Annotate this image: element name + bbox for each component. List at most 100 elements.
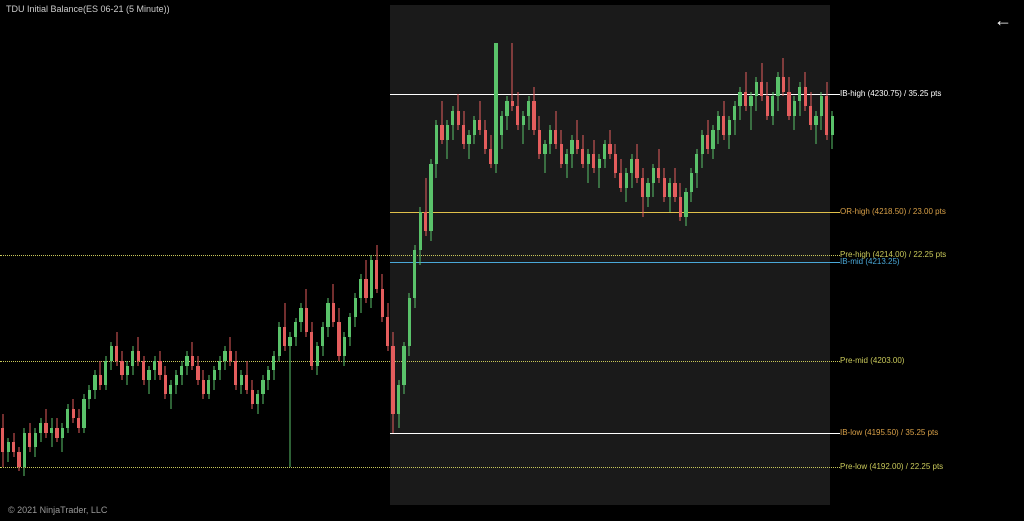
candle [66,404,69,433]
candle [641,168,644,216]
candle [457,94,460,130]
ib-low-label: IB-low (4195.50) / 35.25 pts [840,428,938,437]
candle [316,342,319,376]
candle [695,149,698,187]
candle [332,284,335,327]
or-high-label: OR-high (4218.50) / 23.00 pts [840,207,946,216]
candle [386,303,389,351]
candle [131,346,134,375]
candle [511,43,514,110]
back-arrow-icon[interactable]: ← [994,10,1012,31]
candle [147,366,150,395]
candle [766,82,769,120]
candle [478,101,481,135]
candle [310,322,313,370]
candle [142,356,145,385]
candle [207,375,210,399]
candle [625,168,628,202]
candle [359,274,362,312]
candle [701,130,704,168]
candle [381,274,384,322]
candle [402,342,405,395]
candle [7,438,10,462]
candle [424,178,427,236]
candle [413,245,416,308]
candle [663,168,666,202]
candle [820,92,823,130]
candle [240,370,243,394]
candle [679,183,682,221]
candle [39,418,42,442]
copyright-text: © 2021 NinjaTrader, LLC [8,505,107,515]
candle [755,77,758,111]
candle [771,92,774,126]
candle [55,418,58,442]
candle [120,351,123,380]
candle [446,120,449,158]
pre-mid-label: Pre-mid (4203.00) [840,356,904,365]
candle [23,428,26,476]
candle [256,390,259,414]
candle [137,337,140,366]
candle [549,125,552,154]
candle [494,130,497,173]
candle [175,370,178,394]
candle [370,255,373,308]
candle [397,380,400,428]
candle [543,140,546,174]
candle [733,101,736,135]
candle [592,140,595,174]
pre-low-line [0,467,840,468]
price-chart[interactable]: IB-high (4230.75) / 35.25 ptsOR-high (42… [0,0,1024,521]
ib-mid-label: IB-mid (4213.25) [840,257,900,266]
candle [391,332,394,433]
candle [581,135,584,169]
candle [28,423,31,452]
candle [587,149,590,183]
candle [522,111,525,145]
candle [321,322,324,356]
candle [473,116,476,145]
ib-low-line [390,433,840,434]
candle [126,361,129,385]
candle [245,361,248,395]
candle [348,313,351,347]
candle [261,375,264,404]
candle [505,96,508,130]
candle [202,370,205,399]
candle [104,356,107,390]
candle [798,82,801,116]
or-high-line [390,212,840,213]
candle [462,111,465,149]
candle [598,154,601,188]
candle [603,140,606,169]
candle [218,356,221,380]
candle [635,144,638,182]
candle [17,447,20,471]
candle [251,380,254,409]
candle [722,101,725,139]
candle [196,356,199,385]
candle [776,72,779,110]
candle [560,130,563,168]
candle [684,188,687,226]
candle [419,207,422,265]
candle [44,409,47,438]
candle [185,351,188,375]
candle [12,433,15,457]
candle [229,337,232,366]
candle [738,87,741,121]
candle [164,366,167,400]
candle [326,298,329,336]
candle [408,293,411,356]
candle [110,342,113,371]
candle [484,120,487,154]
candle [690,168,693,202]
candle [354,293,357,327]
candle [706,120,709,154]
candle [652,164,655,198]
candle [337,308,340,361]
candle [831,111,834,149]
candle [343,332,346,366]
candle [180,361,183,385]
